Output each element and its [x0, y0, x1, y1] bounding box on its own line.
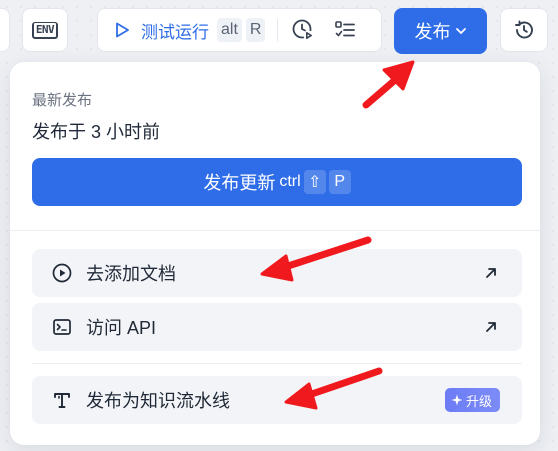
publish-dropdown-panel: 最新发布 发布于 3 小时前 发布更新 ctrl ⇧ P 去添加文档 访问 AP… [10, 62, 540, 445]
publish-time-text: 发布于 3 小时前 [32, 122, 161, 142]
env-icon: ENV [31, 21, 59, 39]
chevron-down-icon [455, 28, 466, 34]
publish-label: 发布 [414, 22, 451, 42]
text-tool-icon [54, 393, 70, 408]
run-toolbar-group: 测试运行 alt R [97, 8, 382, 52]
publish-button[interactable]: 发布 [394, 8, 487, 54]
test-run-button[interactable]: 测试运行 alt R [98, 9, 266, 51]
checklist-icon [335, 21, 356, 37]
hotkey-r: R [245, 18, 266, 42]
hotkey-alt: alt [217, 18, 242, 42]
panel-divider [32, 363, 522, 364]
play-circle-icon [52, 263, 72, 283]
terminal-icon [53, 319, 71, 335]
hotkey-shift: ⇧ [303, 170, 326, 194]
sparkle-icon [451, 394, 463, 406]
history-icon [515, 20, 533, 39]
external-arrow-icon [486, 268, 496, 278]
hotkey-ctrl: ctrl [279, 173, 301, 190]
upgrade-badge[interactable]: 升级 [444, 388, 500, 412]
access-api-label: 访问 API [86, 318, 157, 338]
add-document-label: 去添加文档 [86, 264, 176, 284]
external-arrow-icon [486, 322, 496, 332]
run-history-button[interactable] [286, 13, 320, 47]
publish-update-label: 发布更新 [203, 173, 276, 193]
checklist-button[interactable] [328, 13, 362, 47]
access-api-item[interactable]: 访问 API [32, 303, 522, 351]
toolbar-separator [277, 19, 279, 41]
partial-toolbar-button[interactable] [0, 8, 10, 52]
latest-publish-label: 最新发布 [32, 92, 93, 109]
top-toolbar: ENV 测试运行 alt R 发布 [0, 0, 558, 60]
publish-update-button[interactable]: 发布更新 ctrl ⇧ P [32, 158, 522, 206]
panel-divider [10, 230, 540, 231]
add-document-item[interactable]: 去添加文档 [32, 249, 522, 297]
play-icon [116, 22, 129, 38]
test-run-label: 测试运行 [141, 22, 209, 42]
version-history-button[interactable] [500, 8, 548, 52]
clock-play-icon [293, 19, 314, 41]
env-button[interactable]: ENV [22, 8, 68, 52]
publish-as-knowledge-pipeline-label: 发布为知识流水线 [86, 391, 230, 411]
publish-as-knowledge-pipeline-item[interactable]: 发布为知识流水线 升级 [32, 376, 522, 424]
hotkey-p: P [328, 170, 351, 194]
upgrade-label: 升级 [465, 393, 492, 409]
